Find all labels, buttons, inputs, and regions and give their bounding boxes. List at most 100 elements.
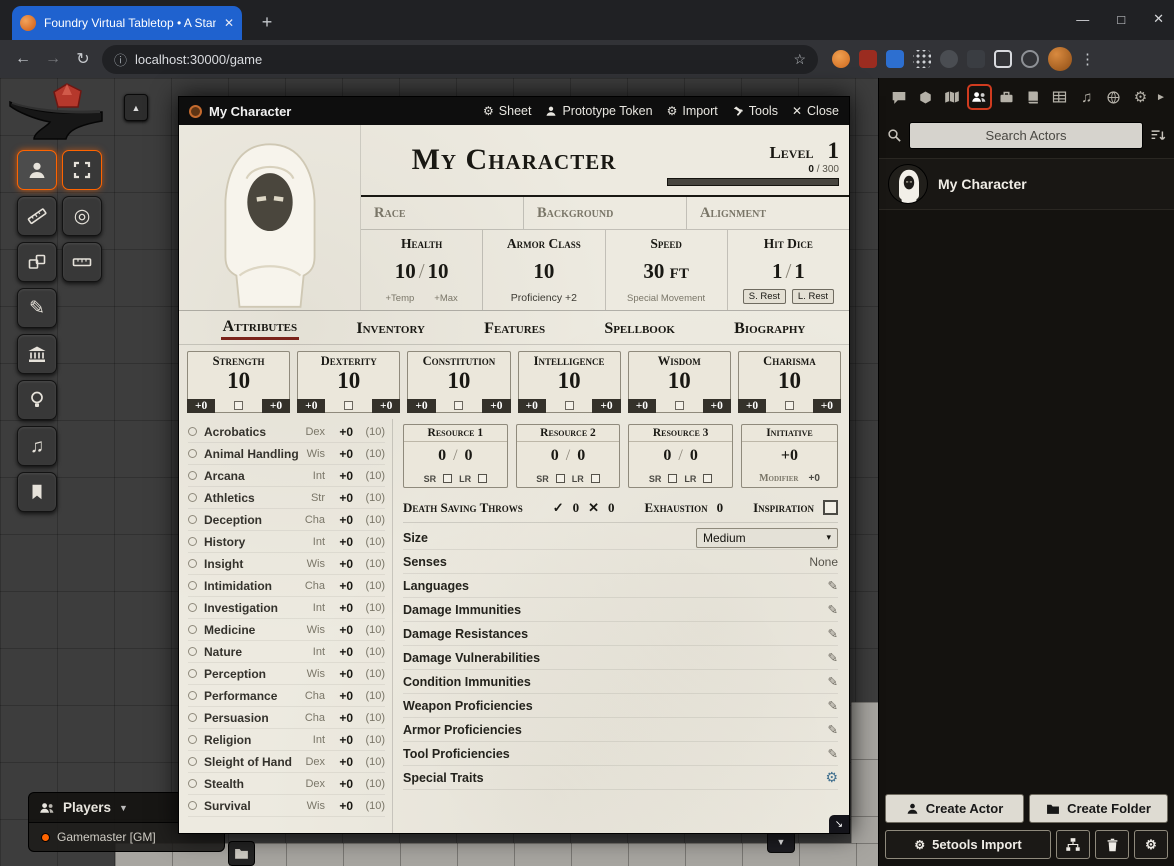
death-success-icon[interactable]: ✓ <box>553 500 564 516</box>
ability-score[interactable]: 10 <box>519 369 620 393</box>
skill-proficiency-toggle[interactable] <box>188 647 197 656</box>
window-resize-handle[interactable]: ↘ <box>829 815 849 833</box>
sheet-tab-spellbook[interactable]: Spellbook <box>602 317 677 339</box>
sr-checkbox[interactable] <box>668 474 677 483</box>
ability-score[interactable]: 10 <box>629 369 730 393</box>
hit-dice-value[interactable]: 1 <box>772 259 783 283</box>
tempmax-hp-label[interactable]: +Max <box>434 293 458 304</box>
maximize-icon[interactable]: □ <box>1117 12 1125 27</box>
short-rest-button[interactable]: S. Rest <box>743 289 786 304</box>
tab-compendium[interactable] <box>1101 84 1126 110</box>
skill-row-history[interactable]: HistoryInt+0(10) <box>188 531 385 553</box>
skill-row-arcana[interactable]: ArcanaInt+0(10) <box>188 465 385 487</box>
create-folder-button[interactable]: Create Folder <box>1029 794 1168 823</box>
background-field[interactable]: Background <box>524 197 687 229</box>
save-proficiency-checkbox[interactable] <box>344 401 353 410</box>
tab-tables[interactable] <box>1047 84 1072 110</box>
sort-filter-icon[interactable] <box>1150 128 1166 143</box>
lighting-controls-button[interactable] <box>17 380 57 420</box>
browser-menu-icon[interactable]: ⋮ <box>1080 50 1095 68</box>
skill-row-performance[interactable]: PerformanceCha+0(10) <box>188 685 385 707</box>
notes-controls-button[interactable] <box>17 472 57 512</box>
character-name[interactable]: My Character <box>361 143 667 177</box>
save-proficiency-checkbox[interactable] <box>234 401 243 410</box>
forward-icon[interactable]: → <box>38 50 68 68</box>
tile-controls-button[interactable] <box>17 242 57 282</box>
skill-row-intimidation[interactable]: IntimidationCha+0(10) <box>188 575 385 597</box>
lr-checkbox[interactable] <box>703 474 712 483</box>
close-button[interactable]: ✕Close <box>792 104 839 118</box>
skill-proficiency-toggle[interactable] <box>188 625 197 634</box>
initiative-modifier-value[interactable]: +0 <box>808 473 819 484</box>
5etools-import-button[interactable]: ⚙ 5etools Import <box>885 830 1051 859</box>
edit-icon[interactable]: ✎ <box>828 698 838 713</box>
create-actor-button[interactable]: Create Actor <box>885 794 1024 823</box>
bookmark-star-icon[interactable]: ☆ <box>793 51 806 68</box>
skill-proficiency-toggle[interactable] <box>188 515 197 524</box>
macro-folder-button[interactable] <box>228 841 255 866</box>
tab-combat[interactable] <box>913 84 938 110</box>
extension-icon[interactable] <box>994 50 1012 68</box>
back-icon[interactable]: ← <box>8 50 38 68</box>
character-portrait[interactable] <box>179 125 361 310</box>
tab-journal[interactable] <box>1020 84 1045 110</box>
ruler-tool-button[interactable] <box>62 242 102 282</box>
resource-max[interactable]: 0 <box>690 447 698 465</box>
skill-name[interactable]: Insight <box>204 557 299 571</box>
edit-icon[interactable]: ✎ <box>828 626 838 641</box>
wall-controls-button[interactable] <box>17 334 57 374</box>
skill-proficiency-toggle[interactable] <box>188 603 197 612</box>
alignment-field[interactable]: Alignment <box>687 197 849 229</box>
long-rest-button[interactable]: L. Rest <box>792 289 834 304</box>
temp-hp-label[interactable]: +Temp <box>385 293 414 304</box>
skill-proficiency-toggle[interactable] <box>188 735 197 744</box>
extension-icon[interactable] <box>859 50 877 68</box>
skill-row-medicine[interactable]: MedicineWis+0(10) <box>188 619 385 641</box>
skill-proficiency-toggle[interactable] <box>188 779 197 788</box>
skill-row-persuasion[interactable]: PersuasionCha+0(10) <box>188 707 385 729</box>
resource-value[interactable]: 0 <box>663 447 671 465</box>
skill-proficiency-toggle[interactable] <box>188 449 197 458</box>
new-tab-button[interactable]: + <box>254 10 280 36</box>
edit-icon[interactable]: ✎ <box>828 746 838 761</box>
race-field[interactable]: Race <box>361 197 524 229</box>
browser-tab[interactable]: Foundry Virtual Tabletop • A Stan ✕ <box>12 6 242 40</box>
search-actors-input[interactable] <box>909 122 1143 149</box>
delete-button[interactable] <box>1095 830 1129 859</box>
skill-proficiency-toggle[interactable] <box>188 757 197 766</box>
collapse-controls-button[interactable]: ▲ <box>124 94 148 121</box>
resource-value[interactable]: 0 <box>438 447 446 465</box>
extension-icon[interactable] <box>886 50 904 68</box>
prototype-token-button[interactable]: Prototype Token <box>545 104 652 118</box>
death-fail-icon[interactable]: ✕ <box>588 500 599 516</box>
lr-checkbox[interactable] <box>478 474 487 483</box>
skill-name[interactable]: Deception <box>204 513 299 527</box>
death-success-count[interactable]: 0 <box>573 500 580 516</box>
skill-name[interactable]: Survival <box>204 799 299 813</box>
sheet-button[interactable]: ⚙Sheet <box>483 104 531 118</box>
skill-name[interactable]: Athletics <box>204 491 299 505</box>
level-value[interactable]: 1 <box>828 138 840 164</box>
skill-name[interactable]: Animal Handling <box>204 447 299 461</box>
save-proficiency-checkbox[interactable] <box>565 401 574 410</box>
edit-icon[interactable]: ✎ <box>828 674 838 689</box>
inspiration-checkbox[interactable] <box>823 500 838 515</box>
skill-row-deception[interactable]: DeceptionCha+0(10) <box>188 509 385 531</box>
skill-name[interactable]: Intimidation <box>204 579 299 593</box>
skill-row-sleight-of-hand[interactable]: Sleight of HandDex+0(10) <box>188 751 385 773</box>
measure-controls-button[interactable] <box>17 196 57 236</box>
scroll-down-button[interactable]: ▼ <box>767 831 795 853</box>
sheet-tab-biography[interactable]: Biography <box>732 317 807 339</box>
skill-row-acrobatics[interactable]: AcrobaticsDex+0(10) <box>188 421 385 443</box>
profile-avatar[interactable] <box>1048 47 1072 71</box>
skill-name[interactable]: Arcana <box>204 469 299 483</box>
window-header[interactable]: My Character ⚙SheetPrototype Token⚙Impor… <box>179 97 849 125</box>
special-movement-label[interactable]: Special Movement <box>627 293 705 304</box>
skill-proficiency-toggle[interactable] <box>188 691 197 700</box>
lr-checkbox[interactable] <box>591 474 600 483</box>
sheet-tab-inventory[interactable]: Inventory <box>354 317 427 339</box>
skill-name[interactable]: Nature <box>204 645 299 659</box>
save-proficiency-checkbox[interactable] <box>454 401 463 410</box>
tab-playlists[interactable]: ♫ <box>1074 84 1099 110</box>
skill-name[interactable]: Religion <box>204 733 299 747</box>
